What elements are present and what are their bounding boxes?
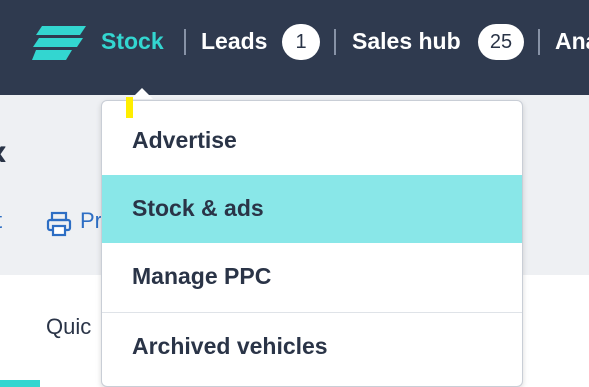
nav-leads[interactable]: Leads <box>201 26 267 56</box>
leads-count-badge: 1 <box>282 24 320 60</box>
menu-item-label: Stock & ads <box>132 195 264 221</box>
menu-item-manage-ppc[interactable]: Manage PPC <box>102 243 522 311</box>
nav-analytics[interactable]: Ana <box>555 26 589 56</box>
cursor-marker <box>126 97 133 118</box>
menu-item-advertise[interactable]: Advertise <box>102 107 522 175</box>
partial-link[interactable]: t <box>0 208 2 234</box>
sales-hub-count-badge: 25 <box>478 24 524 60</box>
back-icon[interactable]: ‹ <box>0 130 7 175</box>
active-tab-indicator <box>0 380 40 387</box>
print-link[interactable]: Pr <box>80 208 102 234</box>
brand-logo-icon[interactable] <box>32 26 86 60</box>
menu-item-archived-vehicles[interactable]: Archived vehicles <box>102 313 522 381</box>
menu-item-stock-and-ads[interactable]: Stock & ads <box>102 175 522 243</box>
dropdown-caret <box>131 88 153 99</box>
nav-divider <box>334 29 336 55</box>
nav-stock[interactable]: Stock <box>101 26 164 56</box>
top-nav-bar: Stock Leads 1 Sales hub 25 Ana <box>0 0 589 95</box>
nav-divider <box>184 29 186 55</box>
stock-dropdown-menu: Advertise Stock & ads Manage PPC Archive… <box>101 100 523 387</box>
nav-sales-hub[interactable]: Sales hub <box>352 26 461 56</box>
menu-item-label: Archived vehicles <box>132 333 328 359</box>
nav-divider <box>538 29 540 55</box>
menu-item-label: Manage PPC <box>132 263 272 289</box>
tab-quick[interactable]: Quic <box>46 314 91 340</box>
printer-icon[interactable] <box>45 210 73 238</box>
menu-item-label: Advertise <box>132 127 237 153</box>
